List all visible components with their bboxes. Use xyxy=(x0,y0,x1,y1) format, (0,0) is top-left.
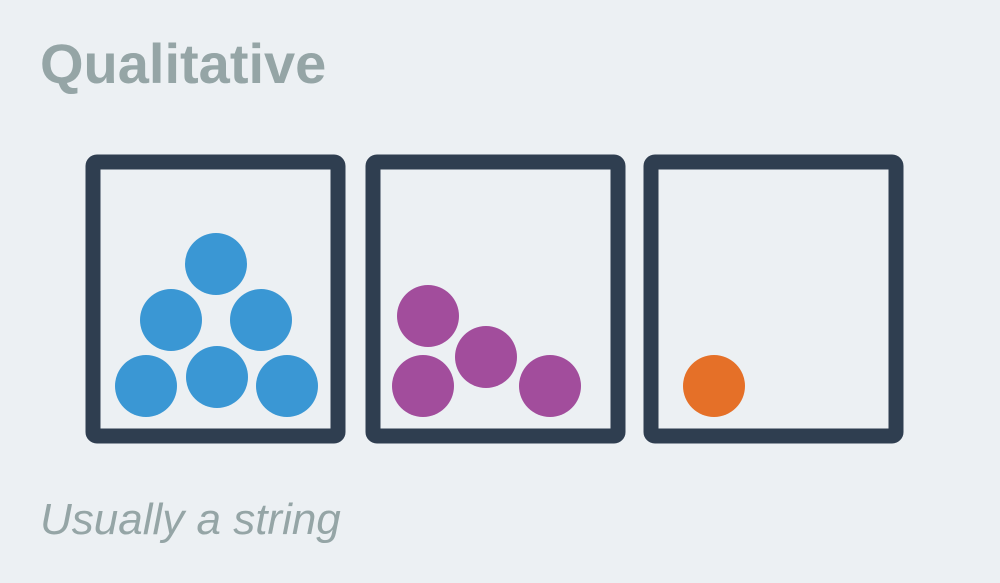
qualitative-diagram: Qualitative Usually a string xyxy=(0,0,1000,583)
diagram-caption: Usually a string xyxy=(40,495,341,544)
ball xyxy=(256,355,318,417)
ball xyxy=(185,233,247,295)
ball xyxy=(186,346,248,408)
ball xyxy=(683,355,745,417)
ball xyxy=(392,355,454,417)
ball xyxy=(115,355,177,417)
ball xyxy=(397,285,459,347)
container-1 xyxy=(85,154,346,444)
ball xyxy=(455,326,517,388)
container-3 xyxy=(643,154,904,444)
container-2 xyxy=(365,154,626,444)
ball xyxy=(519,355,581,417)
ball xyxy=(230,289,292,351)
ball xyxy=(140,289,202,351)
